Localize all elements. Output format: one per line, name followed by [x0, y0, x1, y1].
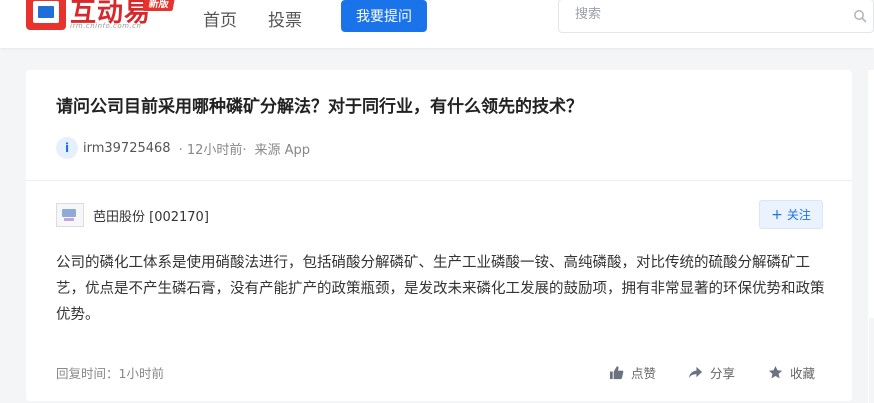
nav-vote[interactable]: 投票 — [268, 6, 302, 31]
divider — [26, 180, 852, 181]
question-time: · 12小时前· — [178, 142, 247, 158]
share-icon — [688, 366, 703, 379]
logo-new-badge: 新版 — [142, 0, 176, 11]
question-title[interactable]: 请问公司目前采用哪种磷矿分解法？对于同行业，有什么领先的技术？ — [56, 92, 583, 117]
follow-button[interactable]: + 关注 — [759, 200, 823, 229]
search-icon[interactable] — [853, 9, 867, 23]
search-box — [558, 0, 874, 33]
plus-icon: + — [771, 206, 783, 223]
nav-home[interactable]: 首页 — [203, 6, 237, 31]
share-label: 分享 — [710, 366, 736, 381]
share-button[interactable]: 分享 — [688, 363, 735, 382]
site-logo[interactable]: 互动易 新版 irm.cninfo.com.cn — [26, 0, 190, 34]
follow-label: 关注 — [786, 208, 811, 222]
thumbs-up-icon — [609, 366, 624, 380]
qa-card: 请问公司目前采用哪种磷矿分解法？对于同行业，有什么领先的技术？ i irm397… — [26, 70, 852, 401]
collect-button[interactable]: 收藏 — [768, 363, 815, 382]
avatar[interactable]: i — [56, 137, 78, 159]
star-icon — [768, 365, 783, 379]
logo-url: irm.cninfo.com.cn — [70, 22, 142, 30]
collect-label: 收藏 — [790, 366, 816, 381]
logo-mark — [26, 0, 66, 30]
answer-text: 公司的磷化工体系是使用硝酸法进行，包括硝酸分解磷矿、生产工业磷酸一铵、高纯磷酸，… — [56, 255, 825, 323]
company-logo[interactable] — [56, 203, 84, 227]
company-info: 芭田股份 [002170] — [56, 203, 209, 227]
asker-info: i irm39725468 · 12小时前· 来源 App — [56, 137, 310, 159]
search-input[interactable] — [573, 6, 837, 23]
like-button[interactable]: 点赞 — [609, 363, 656, 382]
reply-time: 回复时间：1小时前 — [56, 366, 164, 381]
top-header: 互动易 新版 irm.cninfo.com.cn 首页 投票 我要提问 — [0, 0, 874, 48]
asker-name[interactable]: irm39725468 — [83, 141, 171, 156]
ask-question-button[interactable]: 我要提问 — [341, 0, 427, 32]
question-source: 来源 App — [254, 142, 311, 158]
like-label: 点赞 — [631, 366, 657, 381]
company-name[interactable]: 芭田股份 [002170] — [93, 206, 209, 225]
side-panel-gap — [869, 318, 874, 403]
